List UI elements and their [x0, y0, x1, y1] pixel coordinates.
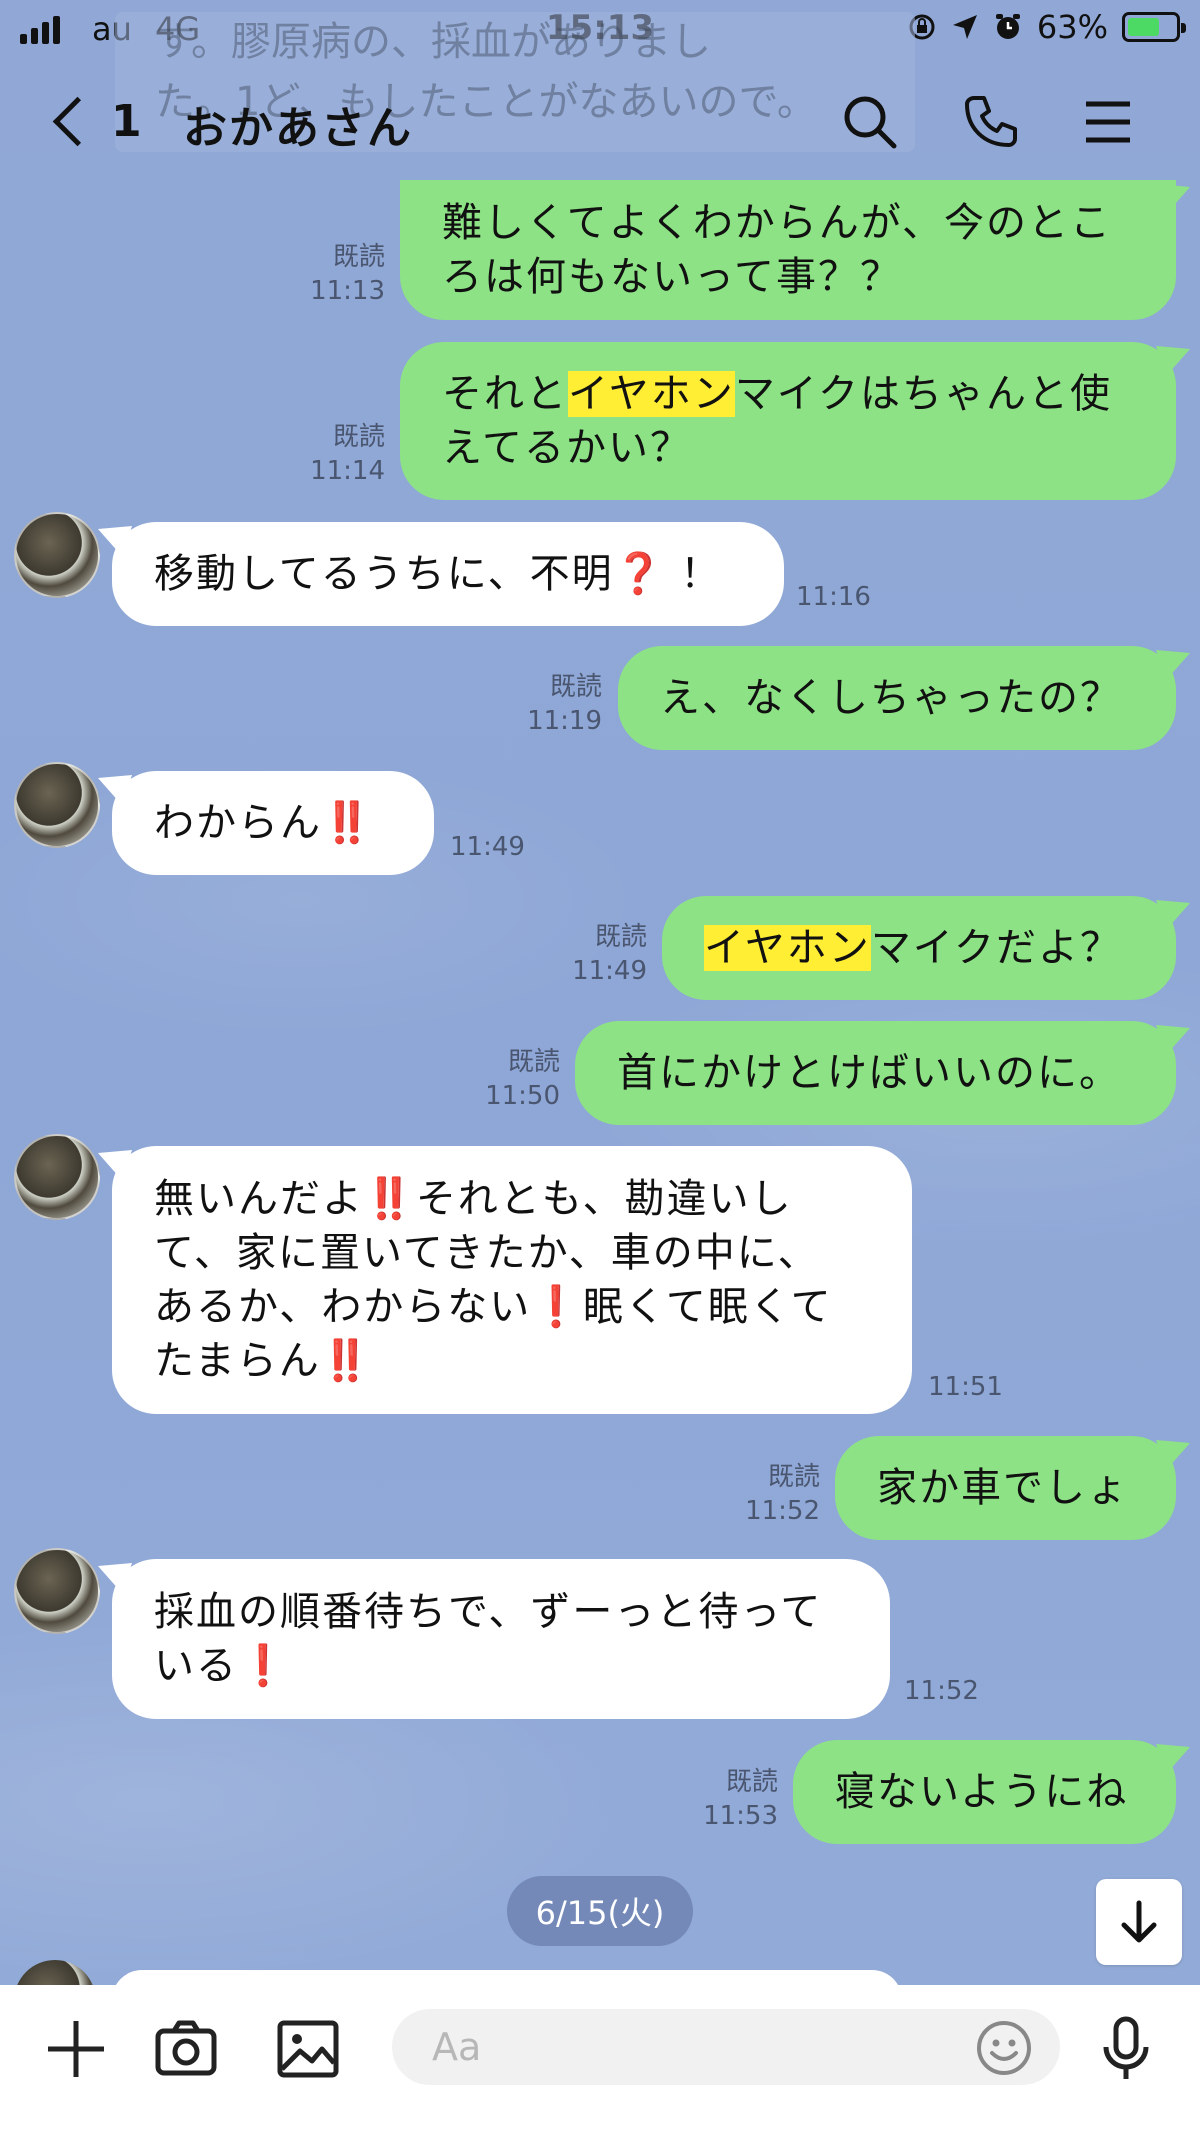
message-text: わからん‼️	[154, 796, 374, 850]
red-exclamation-emoji: ❗	[238, 1643, 290, 1689]
contact-avatar[interactable]	[14, 512, 100, 598]
message-text: 寝ないようにね	[835, 1769, 1129, 1815]
message-meta: 既読 11:13	[300, 240, 385, 308]
message-time: 11:19	[527, 706, 602, 736]
message-time: 11:50	[485, 1081, 560, 1111]
message-text: 難しくてよくわからんが、今のとこ ろは何もないって事？？	[442, 200, 1112, 300]
message-input[interactable]	[392, 2009, 1060, 2085]
read-receipt: 既読	[594, 922, 647, 952]
outgoing-message-bubble[interactable]: 寝ないようにね	[793, 1740, 1176, 1844]
chevron-left-icon	[52, 96, 103, 147]
message-text: 家か車でしょ	[877, 1465, 1129, 1511]
message-time: 11:53	[703, 1801, 778, 1831]
date-separator: 6/15(火)	[507, 1876, 693, 1946]
menu-icon[interactable]	[1076, 90, 1140, 154]
outgoing-message-bubble[interactable]: 家か車でしょ	[835, 1436, 1176, 1540]
incoming-message-bubble[interactable]: わからん‼️	[112, 771, 434, 875]
red-question-mark-emoji: ❓	[613, 551, 666, 597]
battery-percent: 63%	[1036, 8, 1108, 46]
highlighted-keyword: イヤホン	[568, 371, 735, 417]
message-meta: 既読 11:14	[300, 420, 385, 488]
message-time: 11:52	[904, 1676, 979, 1706]
message-time: 11:14	[310, 456, 385, 486]
chat-title: おかあさん	[183, 103, 413, 154]
read-receipt: 既読	[507, 1047, 560, 1077]
outgoing-message-bubble[interactable]: 首にかけとけばいいのに。	[575, 1021, 1176, 1125]
highlighted-keyword: イヤホン	[704, 925, 871, 971]
message-text: 無いんだよ‼️それとも、勘違いし て、家に置いてきたか、車の中に、 あるか、わからな…	[154, 1172, 833, 1388]
message-text: イヤホンマイクだよ？	[704, 921, 1122, 975]
red-double-exclamation-emoji: ‼️	[364, 1176, 416, 1222]
message-text-part: て、家に置いてきたか、車の中に、	[154, 1230, 820, 1276]
contact-avatar[interactable]	[14, 1134, 100, 1220]
read-receipt: 既読	[332, 422, 385, 452]
back-button[interactable]: 1	[50, 96, 142, 147]
incoming-message-bubble[interactable]: 無いんだよ‼️それとも、勘違いし て、家に置いてきたか、車の中に、 あるか、わからな…	[112, 1146, 912, 1414]
message-text-part: 眠くて眠くて	[583, 1284, 833, 1330]
incoming-message-bubble[interactable]: 採血の順番待ちで、ずーっと待って いる❗	[112, 1559, 890, 1719]
read-receipt: 既読	[725, 1767, 778, 1797]
message-text-part: いる	[154, 1643, 238, 1689]
message-time: 11:49	[450, 832, 525, 862]
message-meta: 既読 11:19	[520, 670, 602, 738]
message-text-part: わからん	[154, 800, 322, 846]
message-text-part: 無いんだよ	[154, 1176, 364, 1222]
message-input-bar	[0, 1985, 1200, 2133]
red-double-exclamation-emoji: ‼️	[322, 800, 374, 846]
read-receipt: 既読	[332, 242, 385, 272]
emoji-icon[interactable]	[975, 2019, 1033, 2077]
message-text-part: あるか、わからない	[154, 1284, 532, 1330]
alarm-icon	[995, 14, 1020, 39]
plus-icon[interactable]	[40, 2013, 112, 2085]
camera-icon[interactable]	[150, 2013, 222, 2085]
read-receipt: 既読	[767, 1462, 820, 1492]
contact-avatar[interactable]	[14, 1548, 100, 1634]
message-meta: 既読 11:53	[693, 1765, 778, 1833]
contact-avatar[interactable]	[14, 762, 100, 848]
status-icons: 63%	[907, 8, 1186, 46]
unread-count: 1	[111, 96, 142, 147]
red-double-exclamation-emoji: ‼️	[320, 1338, 373, 1384]
phone-icon[interactable]	[958, 90, 1022, 154]
message-text-part: 移動してるうちに、不明	[154, 551, 614, 597]
outgoing-message-bubble[interactable]: え、なくしちゃったの？	[618, 646, 1176, 750]
message-text: それとイヤホンマイクはちゃんと使 えてるかい？	[442, 367, 1112, 475]
message-text: 首にかけとけばいいのに。	[617, 1050, 1121, 1096]
red-exclamation-emoji: ❗	[531, 1284, 584, 1330]
outgoing-message-bubble[interactable]: 難しくてよくわからんが、今のとこ ろは何もないって事？？	[400, 180, 1176, 320]
search-icon[interactable]	[838, 90, 902, 154]
incoming-message-bubble[interactable]: 移動してるうちに、不明❓ ！	[112, 522, 784, 626]
message-text-part: それとも、勘違いし	[415, 1176, 793, 1222]
arrow-down-icon	[1121, 1900, 1157, 1943]
read-receipt: 既読	[549, 672, 602, 702]
message-meta: 既読 11:50	[475, 1045, 560, 1113]
faded-preview-line: す。膠原病の、採血がありまし	[155, 19, 711, 65]
message-text-part: たまらん	[154, 1338, 321, 1384]
message-meta: 既読 11:49	[562, 920, 647, 988]
message-text: 採血の順番待ちで、ずーっと待って いる❗	[154, 1585, 822, 1693]
message-time: 11:16	[796, 582, 871, 612]
message-meta: 既読 11:52	[735, 1460, 820, 1528]
outgoing-message-bubble[interactable]: それとイヤホンマイクはちゃんと使 えてるかい？	[400, 342, 1176, 500]
message-time: 11:51	[928, 1372, 1003, 1402]
image-icon[interactable]	[272, 2013, 344, 2085]
message-text-part: マイクだよ？	[870, 925, 1123, 971]
battery-icon	[1122, 12, 1186, 42]
microphone-icon[interactable]	[1090, 2013, 1162, 2085]
scroll-to-bottom-button[interactable]	[1096, 1879, 1182, 1965]
message-text-part: 採血の順番待ちで、ずーっと待って	[154, 1589, 823, 1635]
message-text-part: ！	[680, 551, 723, 597]
message-text: 移動してるうちに、不明❓ ！	[154, 547, 722, 601]
outgoing-message-bubble[interactable]: イヤホンマイクだよ？	[662, 896, 1176, 1000]
location-arrow-icon	[952, 15, 977, 39]
message-time: 11:49	[572, 956, 647, 986]
message-time: 11:52	[745, 1496, 820, 1526]
message-text-part: それと	[442, 371, 568, 417]
message-time: 11:13	[310, 276, 385, 306]
message-text: え、なくしちゃったの？	[660, 675, 1122, 721]
chat-header: す。膠原病の、採血がありまし た。1ど、もしたことがなあいので。 1 おかあさん	[0, 12, 1200, 180]
